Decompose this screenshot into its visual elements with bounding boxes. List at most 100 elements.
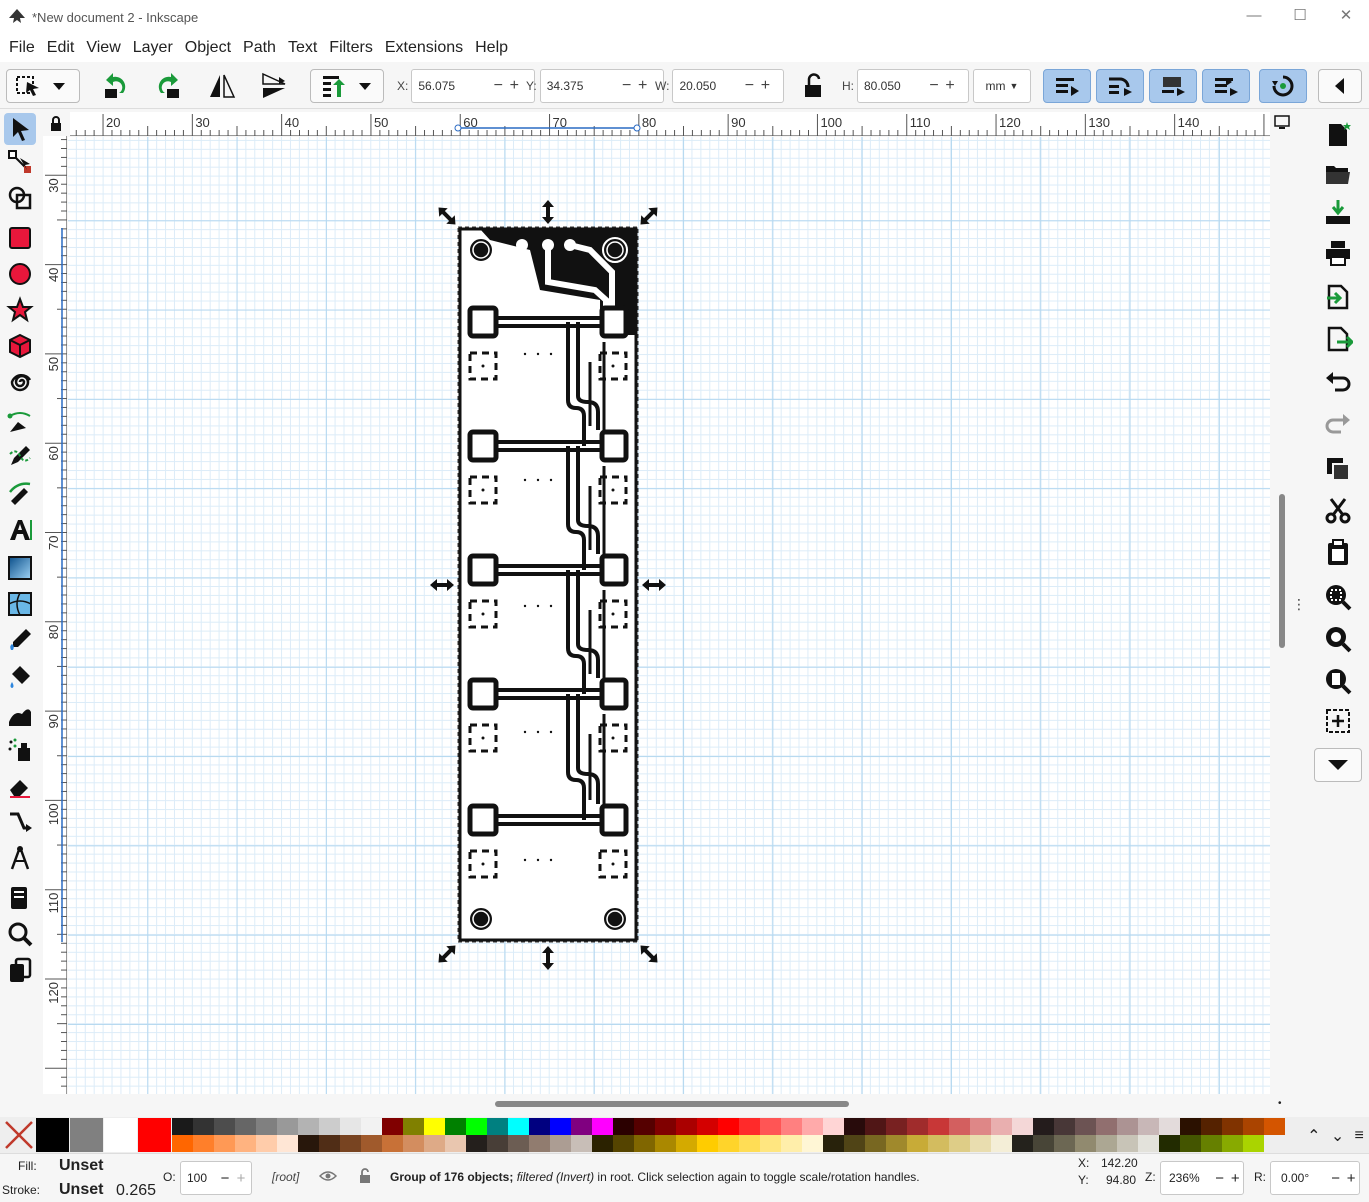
color-swatch[interactable] [1264,1118,1285,1135]
zoom-increment-button[interactable]: + [1227,1170,1243,1187]
menu-view[interactable]: View [80,39,126,57]
spray-tool[interactable] [4,734,36,766]
color-swatch[interactable] [1075,1118,1096,1135]
color-swatch[interactable] [1243,1135,1264,1152]
color-swatch[interactable] [592,1135,613,1152]
color-swatch[interactable] [613,1135,634,1152]
color-swatch[interactable] [928,1135,949,1152]
color-swatch[interactable] [361,1118,382,1135]
rotate-ccw-button[interactable] [98,69,134,103]
color-swatch[interactable] [487,1118,508,1135]
color-swatch[interactable] [319,1118,340,1135]
opacity-increment-button[interactable]: + [233,1170,249,1187]
new-document-button[interactable] [1320,118,1356,152]
color-swatch[interactable] [1243,1118,1264,1135]
raise-lower-dropdown[interactable] [310,69,384,103]
color-swatch[interactable] [718,1135,739,1152]
color-swatch[interactable] [36,1118,69,1152]
pencil-tool[interactable] [4,440,36,472]
horizontal-scrollbar[interactable] [70,1096,1270,1112]
scale-handle-nw[interactable] [434,203,459,228]
export-doc-button[interactable] [1320,322,1356,356]
close-button[interactable]: ✕ [1323,0,1369,30]
mesh-tool[interactable] [4,588,36,620]
color-swatch[interactable] [1117,1135,1138,1152]
color-swatch[interactable] [655,1135,676,1152]
color-swatch[interactable] [403,1135,424,1152]
menu-filters[interactable]: Filters [323,39,379,57]
rotation-increment-button[interactable]: + [1343,1170,1359,1187]
color-swatch[interactable] [1012,1118,1033,1135]
color-swatch[interactable] [298,1135,319,1152]
color-swatch[interactable] [865,1135,886,1152]
color-swatch[interactable] [445,1118,466,1135]
layer-lock-icon[interactable] [356,1167,374,1185]
color-swatch[interactable] [676,1135,697,1152]
move-patterns-button[interactable] [1202,69,1250,103]
color-swatch[interactable] [1222,1118,1243,1135]
scale-handle-s[interactable] [542,946,554,970]
pcb-group[interactable] [430,200,666,970]
chevron-up-icon[interactable]: ⌃ [1307,1126,1320,1146]
color-swatch[interactable] [550,1118,571,1135]
color-swatch[interactable] [340,1118,361,1135]
chevron-down-icon[interactable]: ⌄ [1331,1126,1344,1146]
opacity-input[interactable]: 100 [187,1171,217,1185]
horizontal-ruler[interactable]: 20 30 40 50 60 70 80 90 100 110 120 130 140 [70,112,1270,136]
color-swatch[interactable] [1096,1118,1117,1135]
duplicate-button[interactable] [1320,452,1356,486]
color-swatch[interactable] [739,1135,760,1152]
color-swatch[interactable] [928,1118,949,1135]
fill-value[interactable]: Unset [59,1157,103,1175]
eraser-tool[interactable] [4,770,36,802]
color-swatch[interactable] [697,1135,718,1152]
flip-vertical-button[interactable] [256,69,292,103]
horizontal-scroll-thumb[interactable] [495,1101,849,1107]
scale-handle-e[interactable] [642,579,666,591]
menu-object[interactable]: Object [179,39,237,57]
color-swatch[interactable] [760,1135,781,1152]
rectangle-tool[interactable] [4,222,36,254]
color-swatch[interactable] [508,1118,529,1135]
eye-icon[interactable] [318,1168,338,1184]
lock-proportions-button[interactable] [796,69,830,103]
box3d-tool[interactable] [4,330,36,362]
color-swatch[interactable] [340,1135,361,1152]
vertical-scroll-thumb[interactable] [1279,494,1285,648]
print-button[interactable] [1320,236,1356,270]
color-swatch[interactable] [1201,1118,1222,1135]
color-swatch[interactable] [298,1118,319,1135]
color-swatch[interactable] [1033,1118,1054,1135]
menu-file[interactable]: File [3,39,41,57]
color-swatch[interactable] [1096,1135,1117,1152]
color-swatch[interactable] [1054,1135,1075,1152]
color-swatch[interactable] [1180,1135,1201,1152]
y-decrement-button[interactable]: − [619,77,635,95]
color-swatch[interactable] [1075,1135,1096,1152]
zoom-selection-button[interactable] [1320,580,1356,614]
color-swatch[interactable] [1033,1135,1054,1152]
pen-tool[interactable] [4,406,36,438]
color-swatch[interactable] [487,1135,508,1152]
scale-handle-ne[interactable] [636,203,661,228]
no-paint-swatch[interactable] [2,1118,36,1152]
calligraphy-tool[interactable] [4,476,36,508]
color-swatch[interactable] [781,1135,802,1152]
color-swatch[interactable] [676,1118,697,1135]
color-swatch[interactable] [802,1135,823,1152]
export-button[interactable] [1320,280,1356,314]
scale-handle-sw[interactable] [434,941,459,966]
y-input[interactable]: 34.375 [547,79,619,93]
color-swatch[interactable] [949,1135,970,1152]
clone-tool[interactable] [4,954,36,986]
color-swatch[interactable] [655,1118,676,1135]
dropper-tool[interactable] [4,624,36,656]
color-swatch[interactable] [424,1135,445,1152]
color-swatch[interactable] [70,1118,103,1152]
zoom-tool[interactable] [4,918,36,950]
color-swatch[interactable] [529,1135,550,1152]
ruler-lock-icon[interactable] [46,114,66,134]
color-swatch[interactable] [907,1118,928,1135]
color-swatch[interactable] [844,1118,865,1135]
connector-tool[interactable] [4,806,36,838]
